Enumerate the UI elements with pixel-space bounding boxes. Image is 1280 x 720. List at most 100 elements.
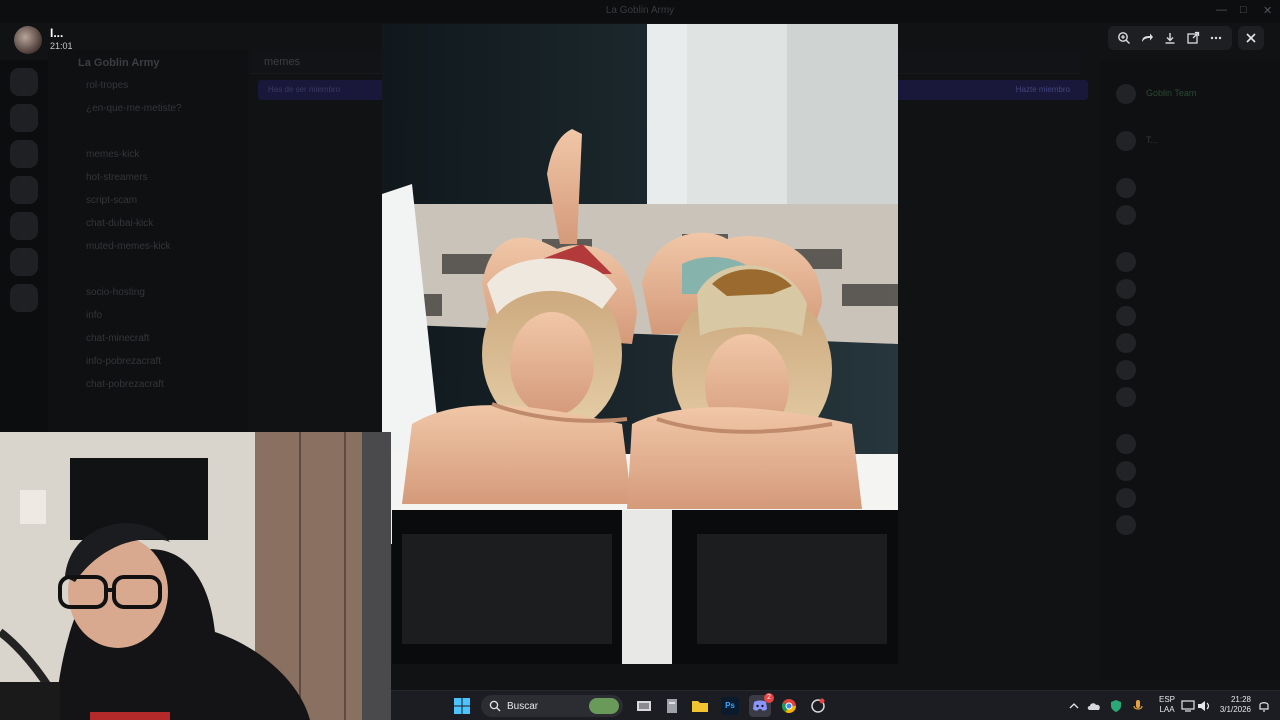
member-avatar xyxy=(1116,252,1136,272)
member-group-header xyxy=(1100,154,1280,174)
server-icon[interactable] xyxy=(10,140,38,168)
member-item[interactable]: T... xyxy=(1100,127,1280,154)
cloud-icon[interactable] xyxy=(1083,695,1105,717)
member-item[interactable] xyxy=(1100,275,1280,302)
member-avatar xyxy=(1116,360,1136,380)
member-name: T... xyxy=(1146,135,1159,145)
banner-text: Has de ser miembro xyxy=(268,85,341,94)
member-item[interactable] xyxy=(1100,174,1280,201)
channel-item[interactable]: muted-memes-kick xyxy=(48,235,248,258)
server-icon[interactable] xyxy=(10,284,38,312)
files-icon[interactable] xyxy=(661,695,683,717)
server-icon[interactable] xyxy=(10,212,38,240)
notifications-icon[interactable] xyxy=(1253,695,1275,717)
task-view-icon[interactable] xyxy=(633,695,655,717)
window-close-icon[interactable]: ✕ xyxy=(1263,4,1272,17)
member-group-header xyxy=(1100,228,1280,248)
clock-date: 3/1/2026 xyxy=(1219,705,1251,714)
security-icon[interactable] xyxy=(1105,695,1127,717)
server-icon[interactable] xyxy=(10,248,38,276)
banner-link[interactable]: Hazte miembro xyxy=(1016,85,1070,94)
user-name[interactable]: I... xyxy=(50,26,63,40)
open-external-icon[interactable] xyxy=(1184,29,1202,47)
avatar[interactable] xyxy=(14,26,42,54)
member-item[interactable] xyxy=(1100,356,1280,383)
member-avatar xyxy=(1116,515,1136,535)
channel-title: memes xyxy=(264,56,301,68)
member-item[interactable] xyxy=(1100,484,1280,511)
member-item[interactable]: Goblin Team xyxy=(1100,80,1280,107)
server-name[interactable]: La Goblin Army xyxy=(48,50,248,74)
server-icon[interactable] xyxy=(10,68,38,96)
server-icon[interactable] xyxy=(10,104,38,132)
member-avatar xyxy=(1116,461,1136,481)
member-avatar xyxy=(1116,333,1136,353)
windows-start-icon[interactable] xyxy=(453,697,471,715)
zoom-in-icon[interactable] xyxy=(1115,29,1133,47)
member-item[interactable] xyxy=(1100,511,1280,538)
member-group-header xyxy=(1100,60,1280,80)
maximize-icon[interactable]: □ xyxy=(1240,4,1247,16)
webcam-overlay xyxy=(0,432,391,720)
clock-time: 21:28 xyxy=(1230,695,1251,704)
forward-icon[interactable] xyxy=(1138,29,1156,47)
tray-chevron-icon[interactable] xyxy=(1063,695,1085,717)
discord-icon[interactable]: 2 xyxy=(749,693,774,717)
chrome-icon[interactable] xyxy=(778,695,800,717)
photo-content xyxy=(382,24,898,664)
member-item[interactable] xyxy=(1100,201,1280,228)
member-avatar xyxy=(1116,178,1136,198)
language-line1: ESP xyxy=(1158,695,1175,704)
member-item[interactable] xyxy=(1100,430,1280,457)
member-name: Goblin Team xyxy=(1146,88,1197,98)
member-item[interactable] xyxy=(1100,329,1280,356)
download-icon[interactable] xyxy=(1161,29,1179,47)
channel-item[interactable]: chat-pobrezacraft xyxy=(48,373,248,396)
channel-item[interactable]: info xyxy=(48,304,248,327)
member-avatar xyxy=(1116,434,1136,454)
title-bar: La Goblin Army — □ ✕ xyxy=(0,0,1280,22)
member-avatar xyxy=(1116,279,1136,299)
taskbar-search[interactable]: Buscar xyxy=(481,695,623,717)
member-item[interactable] xyxy=(1100,302,1280,329)
member-avatar xyxy=(1116,131,1136,151)
more-icon[interactable] xyxy=(1207,29,1225,47)
channel-item[interactable] xyxy=(48,258,248,281)
system-clock[interactable]: 21:28 3/1/2026 xyxy=(1209,695,1251,715)
search-label: Buscar xyxy=(507,700,539,712)
language-indicator[interactable]: ESP LAA xyxy=(1155,695,1179,715)
member-item[interactable] xyxy=(1100,383,1280,410)
channel-item[interactable]: script-scam xyxy=(48,189,248,212)
member-item[interactable] xyxy=(1100,457,1280,484)
channel-item[interactable] xyxy=(48,120,248,143)
close-viewer-button[interactable] xyxy=(1238,26,1264,50)
channel-item[interactable]: info-pobrezacraft xyxy=(48,350,248,373)
server-rail xyxy=(0,60,48,440)
channel-item[interactable]: chat-minecraft xyxy=(48,327,248,350)
member-avatar xyxy=(1116,387,1136,407)
search-icon xyxy=(489,700,501,712)
minimize-icon[interactable]: — xyxy=(1216,4,1227,16)
photoshop-label: Ps xyxy=(721,697,739,715)
folder-icon[interactable] xyxy=(689,695,711,717)
channel-item[interactable]: memes-kick xyxy=(48,143,248,166)
channel-item[interactable]: chat-dubai-kick xyxy=(48,212,248,235)
window-title: La Goblin Army xyxy=(605,5,675,16)
member-avatar xyxy=(1116,84,1136,104)
channel-list: La Goblin Army rol-tropes ¿en-que-me-meti… xyxy=(48,50,248,440)
viewed-photo[interactable] xyxy=(382,24,898,664)
channel-item[interactable]: hot-streamers xyxy=(48,166,248,189)
member-item[interactable] xyxy=(1100,248,1280,275)
channel-item[interactable]: socio-hosting xyxy=(48,281,248,304)
photoshop-icon[interactable]: Ps xyxy=(719,695,741,717)
language-line2: LAA xyxy=(1159,705,1175,714)
channel-item[interactable]: ¿en-que-me-metiste? xyxy=(48,97,248,120)
member-list: Goblin Team T... xyxy=(1100,60,1280,680)
member-avatar xyxy=(1116,488,1136,508)
server-icon[interactable] xyxy=(10,176,38,204)
microphone-icon[interactable] xyxy=(1127,695,1149,717)
app-icon[interactable] xyxy=(807,695,829,717)
search-highlight-icon xyxy=(589,698,619,714)
taskbar: Buscar Ps 2 ESP LAA 21:28 3/1/2026 xyxy=(391,690,1280,720)
channel-item[interactable]: rol-tropes xyxy=(48,74,248,97)
